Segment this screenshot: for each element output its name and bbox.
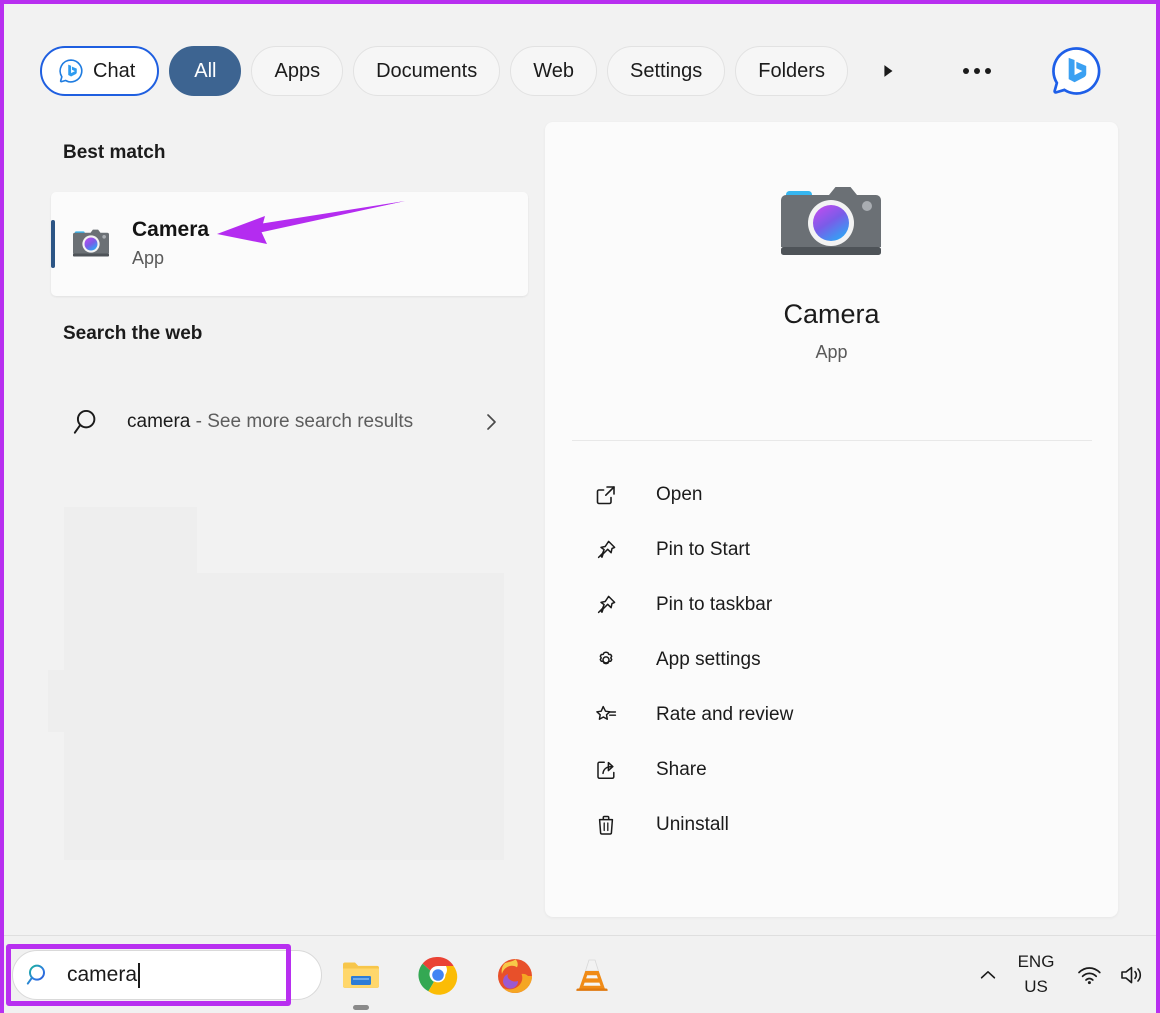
speaker-icon[interactable] [1112,953,1150,997]
results-column: Best match [4,108,544,939]
tab-apps[interactable]: Apps [251,46,343,96]
best-match-text: Camera App [132,217,209,271]
open-external-icon [593,482,619,508]
taskbar-app-file-explorer[interactable] [340,954,382,996]
search-the-web-heading-wrap: Search the web [4,323,544,345]
bing-chat-icon [58,58,84,84]
play-arrow-icon[interactable] [872,51,904,91]
redacted-block [64,728,504,860]
tab-all[interactable]: All [169,46,241,96]
tab-folders-label: Folders [758,60,825,83]
selection-indicator [51,220,55,268]
taskbar-app-mozilla-firefox[interactable] [494,954,536,996]
tab-settings[interactable]: Settings [607,46,725,96]
best-match-subtitle: App [132,246,209,270]
best-match-title: Camera [132,217,209,243]
action-pin-to-taskbar[interactable]: Pin to taskbar [545,577,1118,632]
search-icon [73,406,105,438]
search-icon [25,961,53,989]
star-list-icon [593,702,619,728]
action-pin-to-start-label: Pin to Start [656,539,750,561]
action-rate-and-review-label: Rate and review [656,704,793,726]
app-detail-panel: Camera App Open [545,122,1118,917]
tab-web[interactable]: Web [510,46,597,96]
action-share[interactable]: Share [545,742,1118,797]
action-uninstall-label: Uninstall [656,814,729,836]
share-icon [593,757,619,783]
chevron-right-icon [484,410,504,434]
tab-chat[interactable]: Chat [40,46,159,96]
redacted-block [64,573,504,673]
trash-icon [593,812,619,838]
pin-icon [593,537,619,563]
redacted-block [48,670,504,732]
tab-all-label: All [194,60,216,83]
action-share-label: Share [656,759,707,781]
text-caret [138,963,140,988]
app-detail-kind: App [545,342,1118,363]
camera-app-icon [71,226,111,262]
app-running-indicator [353,1005,369,1010]
web-result-query: camera [127,411,190,432]
taskbar-search-value: camera [67,963,137,987]
taskbar-app-buttons [340,936,613,1013]
taskbar-search-text: camera [67,963,140,988]
tab-documents-label: Documents [376,60,477,83]
action-open-label: Open [656,484,702,506]
action-pin-to-taskbar-label: Pin to taskbar [656,594,772,616]
tab-settings-label: Settings [630,60,702,83]
tab-apps-label: Apps [274,60,320,83]
camera-app-icon [776,179,888,269]
app-actions-list: Open Pin to Start [545,467,1118,852]
taskbar-app-vlc-media-player[interactable] [571,954,613,996]
pin-icon [593,592,619,618]
action-app-settings[interactable]: App settings [545,632,1118,687]
web-result-suffix: - See more search results [190,411,413,432]
wifi-icon[interactable] [1068,953,1110,997]
action-uninstall[interactable]: Uninstall [545,797,1118,852]
search-the-web-heading: Search the web [63,323,544,345]
action-rate-and-review[interactable]: Rate and review [545,687,1118,742]
tab-chat-label: Chat [93,60,135,83]
action-pin-to-start[interactable]: Pin to Start [545,522,1118,577]
language-indicator[interactable]: ENG US [1010,950,1062,999]
app-detail-title: Camera [545,299,1118,330]
tab-documents[interactable]: Documents [353,46,500,96]
taskbar-app-google-chrome[interactable] [417,954,459,996]
action-open[interactable]: Open [545,467,1118,522]
language-line2: US [1024,975,1048,1000]
chevron-up-icon[interactable] [966,953,1010,997]
screen: Chat All Apps Documents Web Settings Fol… [0,0,1160,1013]
app-hero: Camera App [545,122,1118,363]
search-flyout: Chat All Apps Documents Web Settings Fol… [4,4,1156,939]
detail-divider [572,440,1092,441]
tab-folders[interactable]: Folders [735,46,848,96]
best-match-heading: Best match [63,142,544,164]
taskbar: camera [4,935,1156,1013]
gear-icon [593,647,619,673]
redacted-block [64,507,197,575]
action-app-settings-label: App settings [656,649,761,671]
best-match-camera-row[interactable]: Camera App [51,192,528,296]
search-filter-tabbar: Chat All Apps Documents Web Settings Fol… [4,38,1156,104]
web-search-result-row[interactable]: camera - See more search results [51,383,528,461]
tab-web-label: Web [533,60,574,83]
language-line1: ENG [1018,950,1055,975]
bing-logo-icon[interactable] [1048,43,1104,99]
system-tray: ENG US [966,936,1150,1013]
more-ellipsis-icon[interactable] [954,51,1000,91]
web-result-text: camera - See more search results [127,405,417,439]
taskbar-search-box[interactable]: camera [12,950,322,1000]
